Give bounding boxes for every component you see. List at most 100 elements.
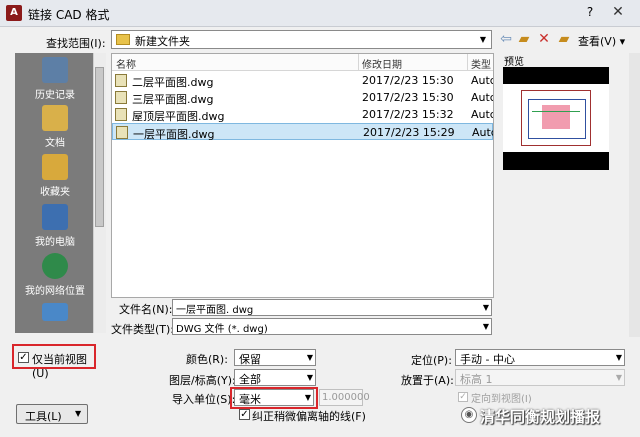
place-label: 文档 [45,138,65,149]
preview-image [503,84,609,152]
import-units-select[interactable]: 毫米 ▼ [234,389,314,406]
place-label: 我的网络位置 [25,286,85,297]
file-date: 2017/2/23 15:30 [362,91,454,104]
file-row[interactable]: 屋顶层平面图.dwg 2017/2/23 15:32 Autc [112,106,493,123]
file-name: 屋顶层平面图.dwg [132,110,225,123]
chevron-down-icon[interactable]: ▼ [305,390,311,405]
look-in-combo[interactable]: 新建文件夹 ▼ [111,30,492,49]
column-divider[interactable] [358,54,359,70]
scrollbar-thumb[interactable] [95,67,104,227]
position-select[interactable]: 手动 - 中心 ▼ [455,349,625,366]
file-date: 2017/2/23 15:29 [363,126,455,139]
window-title: 链接 CAD 格式 [28,8,110,22]
chevron-down-icon[interactable]: ▼ [616,350,622,365]
file-name-label: 文件名(N): [119,303,173,316]
place-computer[interactable]: 我的电脑 [15,204,95,248]
folder-icon [116,34,130,45]
network-icon [42,253,68,279]
places-sidebar: 历史记录 文档 收藏夹 我的电脑 我的网络位置 [15,53,95,333]
file-name: 一层平面图.dwg [133,128,215,141]
dwg-file-icon [115,108,127,121]
chevron-down-icon[interactable]: ▼ [483,300,489,315]
file-row-selected[interactable]: 一层平面图.dwg 2017/2/23 15:29 Autc [112,123,493,141]
file-date: 2017/2/23 15:32 [362,108,454,121]
help-button[interactable]: ? [583,5,597,19]
right-scrollbar[interactable] [629,53,640,337]
current-view-only-label: 仅当前视图(U) [32,353,87,380]
checkbox-checked-icon[interactable]: ✓ [18,352,29,363]
tools-button[interactable]: 工具(L) ▼ [16,404,88,424]
place-label: 历史记录 [35,90,75,101]
place-desktop[interactable] [15,303,95,324]
preview-label: 预览 [504,57,524,68]
file-type-select[interactable]: DWG 文件 (*. dwg) ▼ [172,318,492,335]
computer-icon [42,204,68,230]
back-arrow-icon[interactable]: ⇦ [497,30,515,48]
chevron-down-icon[interactable]: ▼ [307,350,313,365]
history-icon [42,57,68,83]
place-label: 我的电脑 [35,237,75,248]
look-in-label: 查找范围(I): [46,37,106,50]
color-select[interactable]: 保留 ▼ [234,349,316,366]
scale-input[interactable]: 1.000000 [319,389,370,406]
place-label: 收藏夹 [40,187,70,198]
column-header-date[interactable]: 修改日期 [362,56,402,71]
file-type: Autc [472,126,493,139]
file-date: 2017/2/23 15:30 [362,74,454,87]
layers-label: 图层/标高(Y): [169,374,236,387]
file-row[interactable]: 二层平面图.dwg 2017/2/23 15:30 Autc [112,72,493,89]
file-row[interactable]: 三层平面图.dwg 2017/2/23 15:30 Autc [112,89,493,106]
file-type-value: DWG 文件 (*. dwg) [176,324,268,335]
place-at-select[interactable]: 标高 1 ▼ [455,369,625,386]
column-header-name[interactable]: 名称 [116,56,136,71]
current-view-only-checkbox[interactable]: ✓ 仅当前视图(U) [12,344,96,380]
delete-icon[interactable]: ✕ [535,30,553,48]
file-type-label: 文件类型(T): [111,323,175,336]
app-icon: A [6,5,22,21]
color-label: 颜色(R): [186,353,228,366]
correct-lines-checkbox[interactable]: ✓ [239,409,250,420]
chevron-down-icon[interactable]: ▼ [307,370,313,385]
dwg-file-icon [116,126,128,139]
position-label: 定位(P): [411,354,452,367]
up-folder-icon[interactable]: ▰ [515,30,533,48]
import-units-value: 毫米 [239,393,261,406]
place-documents[interactable]: 文档 [15,105,95,149]
look-in-value: 新建文件夹 [135,35,190,48]
places-scrollbar[interactable] [93,53,106,333]
correct-lines-label: 纠正稍微偏离轴的线(F) [252,410,366,423]
new-folder-icon[interactable]: ▰ [555,30,573,48]
dwg-file-icon [115,74,127,87]
close-button[interactable]: ✕ [609,4,627,20]
layers-select[interactable]: 全部 ▼ [234,369,316,386]
title-bar: A 链接 CAD 格式 ? ✕ [0,0,640,27]
floor-plan-thumbnail [521,90,591,146]
place-favorites[interactable]: 收藏夹 [15,154,95,198]
view-menu-button[interactable]: 查看(V) ▾ [578,33,625,49]
file-name: 二层平面图.dwg [132,76,214,89]
file-name-value: 一层平面图. dwg [176,305,254,316]
place-history[interactable]: 历史记录 [15,57,95,101]
import-units-label: 导入单位(S): [172,393,236,406]
color-value: 保留 [239,353,261,366]
place-network[interactable]: 我的网络位置 [15,253,95,297]
tools-label: 工具(L) [25,410,62,423]
chevron-down-icon[interactable]: ▼ [483,319,489,334]
column-header-type[interactable]: 类型 [471,56,491,71]
chevron-down-icon[interactable]: ▼ [616,370,622,385]
place-at-label: 放置于(A): [401,374,454,387]
file-type: Autc [471,91,494,104]
place-at-value: 标高 1 [460,373,493,386]
preview-pane [503,67,609,170]
file-type: Autc [471,108,494,121]
chevron-down-icon: ▼ [75,409,82,418]
chevron-down-icon[interactable]: ▼ [475,31,491,48]
desktop-icon [42,303,68,321]
view-menu-label: 查看(V) [578,35,617,48]
file-type: Autc [471,74,494,87]
orient-to-view-checkbox[interactable]: ✓ [458,392,468,402]
column-divider[interactable] [467,54,468,70]
file-name-input[interactable]: 一层平面图. dwg ▼ [172,299,492,316]
file-list[interactable]: 名称 修改日期 类型 二层平面图.dwg 2017/2/23 15:30 Aut… [111,53,494,298]
scale-value: 1.000000 [322,392,370,403]
